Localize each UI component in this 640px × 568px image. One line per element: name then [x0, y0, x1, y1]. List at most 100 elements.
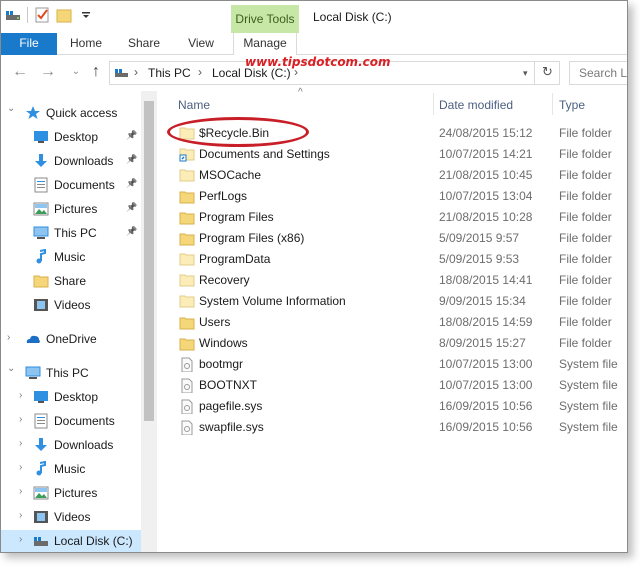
pin-icon[interactable]: 📌 — [126, 130, 137, 141]
column-type[interactable]: Type — [559, 98, 585, 112]
breadcrumb-this-pc[interactable]: This PC — [148, 66, 191, 80]
drive-icon[interactable] — [5, 7, 21, 23]
refresh-icon[interactable]: ↻ — [542, 64, 553, 80]
breadcrumb-chevron-icon[interactable]: › — [198, 65, 202, 79]
file-type: System file — [559, 378, 618, 392]
sidebar-scroll-thumb[interactable] — [144, 101, 154, 421]
column-divider[interactable] — [552, 93, 553, 115]
file-row[interactable]: Documents and Settings 10/07/2015 14:21 Fi… — [169, 144, 627, 165]
file-type: File folder — [559, 231, 612, 245]
file-row[interactable]: Users 18/08/2015 14:59 File folder — [169, 312, 627, 333]
folder-hidden-icon — [179, 294, 195, 308]
up-arrow-icon[interactable]: ↑ — [87, 63, 105, 81]
system-file-icon — [179, 357, 195, 373]
expand-right-icon[interactable]: › — [7, 332, 10, 343]
properties-icon[interactable] — [34, 7, 50, 23]
tab-share[interactable]: Share — [121, 33, 167, 55]
sidebar-scrollbar[interactable] — [141, 91, 157, 552]
sidebar-item-label: Desktop — [54, 130, 99, 144]
sidebar-item[interactable]: Documents 📌 — [1, 174, 141, 196]
expand-right-icon[interactable]: › — [19, 462, 22, 473]
file-date-modified: 16/09/2015 10:56 — [439, 399, 533, 413]
file-row[interactable]: pagefile.sys 16/09/2015 10:56 System file — [169, 396, 627, 417]
new-folder-icon[interactable] — [56, 7, 72, 23]
file-row[interactable]: Program Files (x86) 5/09/2015 9:57 File fo… — [169, 228, 627, 249]
sidebar-item-label: Desktop — [54, 390, 99, 404]
sidebar-item[interactable]: This PC 📌 — [1, 222, 141, 244]
forward-arrow-icon[interactable]: → — [39, 63, 57, 81]
expand-down-icon[interactable]: ⌄ — [7, 103, 15, 114]
file-row[interactable]: Windows 8/09/2015 15:27 File folder — [169, 333, 627, 354]
file-row[interactable]: System Volume Information 9/09/2015 15:34… — [169, 291, 627, 312]
column-date-modified[interactable]: Date modified — [439, 98, 513, 112]
file-name: Recovery — [199, 273, 250, 287]
pin-icon[interactable]: 📌 — [126, 154, 137, 165]
file-type: File folder — [559, 315, 612, 329]
music-icon — [33, 248, 49, 265]
sidebar-item-label: Pictures — [54, 486, 98, 500]
address-dropdown-icon[interactable]: ▾ — [523, 68, 528, 79]
file-date-modified: 5/09/2015 9:57 — [439, 231, 520, 245]
sidebar-item[interactable]: › Desktop — [1, 386, 141, 408]
expand-right-icon[interactable]: › — [19, 510, 22, 521]
column-name[interactable]: Name — [178, 98, 210, 112]
folder-hidden-icon — [179, 252, 195, 266]
sidebar-item-label: Videos — [54, 298, 91, 312]
drive-icon — [114, 66, 130, 83]
drive-icon — [33, 533, 49, 549]
sidebar-item[interactable]: ⌄ This PC — [1, 362, 141, 384]
sidebar-item[interactable]: Pictures 📌 — [1, 198, 141, 220]
pin-icon[interactable]: 📌 — [126, 202, 137, 213]
file-row[interactable]: BOOTNXT 10/07/2015 13:00 System file — [169, 375, 627, 396]
file-date-modified: 18/08/2015 14:41 — [439, 273, 533, 287]
sidebar-item[interactable]: › Documents — [1, 410, 141, 432]
expand-down-icon[interactable]: ⌄ — [7, 363, 15, 374]
tab-home[interactable]: Home — [63, 33, 109, 55]
file-row[interactable]: bootmgr 10/07/2015 13:00 System file — [169, 354, 627, 375]
sidebar-item[interactable]: ⌄ Quick access — [1, 102, 141, 124]
qat-dropdown-icon[interactable] — [78, 7, 94, 23]
sidebar-item[interactable]: › Videos — [1, 506, 141, 528]
sidebar-item[interactable]: › Downloads — [1, 434, 141, 456]
file-row[interactable]: Recovery 18/08/2015 14:41 File folder — [169, 270, 627, 291]
tab-file[interactable]: File — [1, 33, 57, 55]
sort-ascending-icon: ^ — [298, 87, 303, 98]
sidebar-item[interactable]: › OneDrive — [1, 328, 141, 350]
pin-icon[interactable]: 📌 — [126, 178, 137, 189]
sidebar-item[interactable]: Downloads 📌 — [1, 150, 141, 172]
search-input[interactable]: Search Lo — [569, 61, 627, 85]
file-row[interactable]: PerfLogs 10/07/2015 13:04 File folder — [169, 186, 627, 207]
expand-right-icon[interactable]: › — [19, 438, 22, 449]
file-row[interactable]: ProgramData 5/09/2015 9:53 File folder — [169, 249, 627, 270]
expand-right-icon[interactable]: › — [19, 486, 22, 497]
file-row[interactable]: Program Files 21/08/2015 10:28 File folder — [169, 207, 627, 228]
file-row[interactable]: swapfile.sys 16/09/2015 10:56 System file — [169, 417, 627, 438]
sidebar-item[interactable]: › Pictures — [1, 482, 141, 504]
sidebar-item[interactable]: Desktop 📌 — [1, 126, 141, 148]
sidebar-item[interactable]: Share — [1, 270, 141, 292]
tab-manage[interactable]: Manage — [233, 33, 297, 55]
sidebar-item-label: This PC — [54, 226, 97, 240]
pin-icon[interactable]: 📌 — [126, 226, 137, 237]
sidebar-item[interactable]: › Music — [1, 458, 141, 480]
folder-icon — [179, 315, 195, 330]
file-name: pagefile.sys — [199, 399, 263, 413]
sidebar-item[interactable]: Music — [1, 246, 141, 268]
sidebar-item[interactable]: › Local Disk (C:) — [1, 530, 141, 552]
file-date-modified: 9/09/2015 15:34 — [439, 294, 526, 308]
folder-icon — [179, 189, 195, 204]
breadcrumb-chevron-icon[interactable]: › — [134, 65, 138, 79]
column-divider[interactable] — [433, 93, 434, 115]
file-name: Users — [199, 315, 231, 329]
file-date-modified: 5/09/2015 9:53 — [439, 252, 520, 266]
expand-right-icon[interactable]: › — [19, 534, 22, 545]
recent-locations-chevron-icon[interactable]: ⌄ — [67, 63, 85, 81]
sidebar-item[interactable]: Videos — [1, 294, 141, 316]
file-type: File folder — [559, 168, 612, 182]
back-arrow-icon[interactable]: ← — [11, 63, 29, 81]
tab-view[interactable]: View — [179, 33, 223, 55]
folder-icon — [33, 273, 49, 289]
expand-right-icon[interactable]: › — [19, 390, 22, 401]
expand-right-icon[interactable]: › — [19, 414, 22, 425]
file-row[interactable]: MSOCache 21/08/2015 10:45 File folder — [169, 165, 627, 186]
